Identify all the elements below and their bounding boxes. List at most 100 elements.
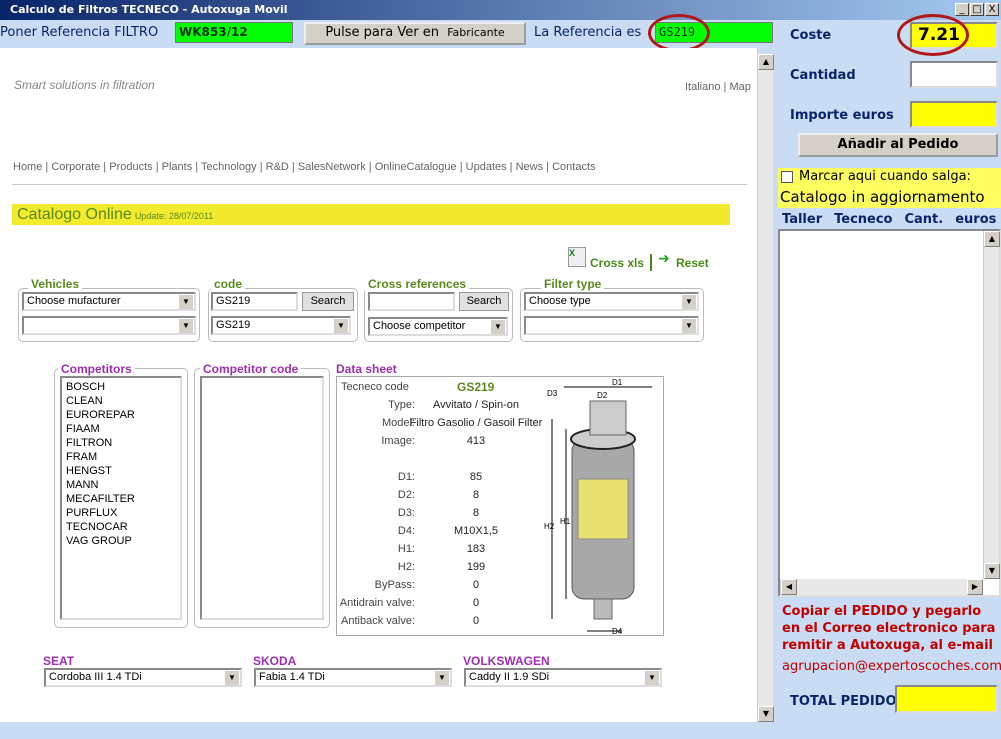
datasheet-field-value: Avvitato / Spin-on — [432, 399, 519, 411]
nav-link[interactable]: Contacts — [552, 161, 595, 173]
divider — [12, 184, 747, 185]
nav-link[interactable]: Corporate — [51, 161, 100, 173]
competitor-item[interactable]: MANN — [66, 478, 176, 492]
checkbox-salga[interactable] — [781, 171, 793, 183]
nav-link[interactable]: R&D — [266, 161, 289, 173]
competitor-item[interactable]: BOSCH — [66, 380, 176, 394]
cross-label: Cross references — [365, 277, 470, 291]
filter-type-select[interactable]: Choose type — [524, 292, 699, 311]
link-map[interactable]: Map — [729, 81, 750, 93]
nav-link[interactable]: SalesNetwork — [298, 161, 366, 173]
scroll-up-icon[interactable]: ▲ — [758, 54, 774, 70]
nav-link[interactable]: Updates — [466, 161, 507, 173]
maximize-button[interactable]: □ — [970, 3, 984, 16]
cantidad-label: Cantidad — [790, 68, 856, 83]
separator — [650, 254, 652, 271]
datasheet-field-value: 183 — [466, 543, 486, 555]
nav-separator: | — [365, 161, 375, 173]
datasheet-field-value: 0 — [472, 615, 480, 627]
web-browser-view: Smart solutions in filtration Italiano |… — [0, 48, 757, 722]
competitor-item[interactable]: PURFLUX — [66, 506, 176, 520]
cross-xls-link[interactable]: Cross xls — [590, 256, 644, 270]
competitor-item[interactable]: FILTRON — [66, 436, 176, 450]
close-button[interactable]: X — [985, 3, 999, 16]
scroll-up-icon[interactable]: ▲ — [984, 231, 1000, 247]
scroll-right-icon[interactable]: ▶ — [967, 579, 983, 595]
col-cant: Cant. — [904, 212, 944, 227]
datasheet-box: Tecneco code GS219 Type: Avvitato / Spin-… — [336, 376, 664, 636]
datasheet-field-value: 0 — [472, 579, 480, 591]
nav-link[interactable]: News — [516, 161, 544, 173]
skoda-model-select[interactable]: Fabia 1.4 TDi — [254, 668, 452, 687]
code-label: code — [211, 277, 246, 291]
code-input[interactable]: GS219 — [211, 292, 298, 311]
cross-input[interactable] — [368, 292, 455, 311]
nav-link[interactable]: Plants — [162, 161, 193, 173]
nav-link[interactable]: OnlineCatalogue — [375, 161, 457, 173]
site-nav: Home | Corporate | Products | Plants | T… — [13, 161, 596, 173]
seat-model-select[interactable]: Cordoba III 1.4 TDi — [44, 668, 242, 687]
col-tecneco: Tecneco — [834, 212, 893, 227]
datasheet-field-label: Antiback valve: — [341, 615, 415, 627]
importe-label: Importe euros — [790, 108, 894, 123]
vehicles-label: Vehicles — [28, 277, 83, 291]
datasheet-label: Data sheet — [336, 362, 397, 376]
competitor-item[interactable]: CLEAN — [66, 394, 176, 408]
competitor-item[interactable]: FIAAM — [66, 422, 176, 436]
vw-model-select[interactable]: Caddy II 1.9 SDi — [464, 668, 662, 687]
order-list-vscroll[interactable]: ▲ ▼ — [983, 231, 1000, 579]
competitors-label: Competitors — [58, 362, 135, 376]
filter-type-label: Filter type — [541, 277, 605, 291]
scroll-left-icon[interactable]: ◀ — [781, 579, 797, 595]
link-italiano[interactable]: Italiano — [685, 81, 720, 93]
nav-link[interactable]: Home — [13, 161, 42, 173]
datasheet-field-label: Image: — [381, 435, 415, 447]
nav-separator: | — [543, 161, 553, 173]
competitor-item[interactable]: HENGST — [66, 464, 176, 478]
competitor-item[interactable]: FRAM — [66, 450, 176, 464]
nav-link[interactable]: Products — [109, 161, 152, 173]
view-manufacturer-button[interactable]: Pulse para Ver en Fabricante — [304, 22, 526, 45]
order-list[interactable]: ▲ ▼ ◀ ▶ — [778, 229, 1001, 597]
dim-d1: D1 — [612, 379, 623, 387]
datasheet-field-value: Filtro Gasolio / Gasoil Filter — [409, 417, 543, 429]
manufacturer-select[interactable]: Choose mufacturer — [22, 292, 196, 311]
make-vw-label: VOLKSWAGEN — [463, 654, 550, 668]
code-search-button[interactable]: Search — [302, 292, 354, 311]
filter-subtype-select[interactable] — [524, 316, 699, 335]
competitor-item[interactable]: MECAFILTER — [66, 492, 176, 506]
banner-update: Update: 28/07/2011 — [134, 211, 214, 221]
competitor-select[interactable]: Choose competitor — [368, 317, 508, 336]
competitor-item[interactable]: VAG GROUP — [66, 534, 176, 548]
competitors-list[interactable]: BOSCH CLEAN EUROREPAR FIAAM FILTRON FRAM HENGS… — [60, 376, 182, 620]
model-select[interactable] — [22, 316, 196, 335]
competitor-item[interactable]: TECNOCAR — [66, 520, 176, 534]
browser-scrollbar[interactable]: ▲ ▼ — [757, 54, 774, 722]
lang-links: Italiano | Map — [685, 81, 751, 93]
cross-search-button[interactable]: Search — [459, 292, 509, 311]
highlight-circle — [897, 14, 969, 56]
make-skoda-label: SKODA — [253, 654, 297, 668]
total-value — [895, 685, 998, 713]
result-label: La Referencia es — [534, 25, 642, 40]
reset-arrow-icon: ➜ — [658, 250, 670, 266]
banner-title: Catalogo Online — [17, 206, 132, 223]
order-list-hscroll[interactable]: ◀ ▶ — [780, 579, 983, 595]
datasheet-field-label: D2: — [397, 489, 415, 501]
dim-d2: D2 — [597, 391, 608, 400]
competitor-item[interactable]: EUROREPAR — [66, 408, 176, 422]
add-to-order-button[interactable]: Añadir al Pedido — [798, 133, 998, 157]
competitor-code-list[interactable] — [200, 376, 324, 620]
reference-input[interactable]: WK853/12 — [175, 22, 293, 43]
minimize-button[interactable]: _ — [955, 3, 969, 16]
total-label: TOTAL PEDIDO — [790, 694, 897, 709]
reset-link[interactable]: Reset — [676, 256, 709, 270]
catalog-banner: Catalogo Online Update: 28/07/2011 — [12, 204, 730, 225]
tagline: Smart solutions in filtration — [14, 78, 155, 92]
code-select[interactable]: GS219 — [211, 316, 351, 335]
cantidad-input[interactable] — [910, 61, 998, 88]
nav-separator: | — [256, 161, 266, 173]
nav-link[interactable]: Technology — [201, 161, 257, 173]
scroll-down-icon[interactable]: ▼ — [984, 563, 1000, 579]
scroll-down-icon[interactable]: ▼ — [758, 706, 774, 722]
